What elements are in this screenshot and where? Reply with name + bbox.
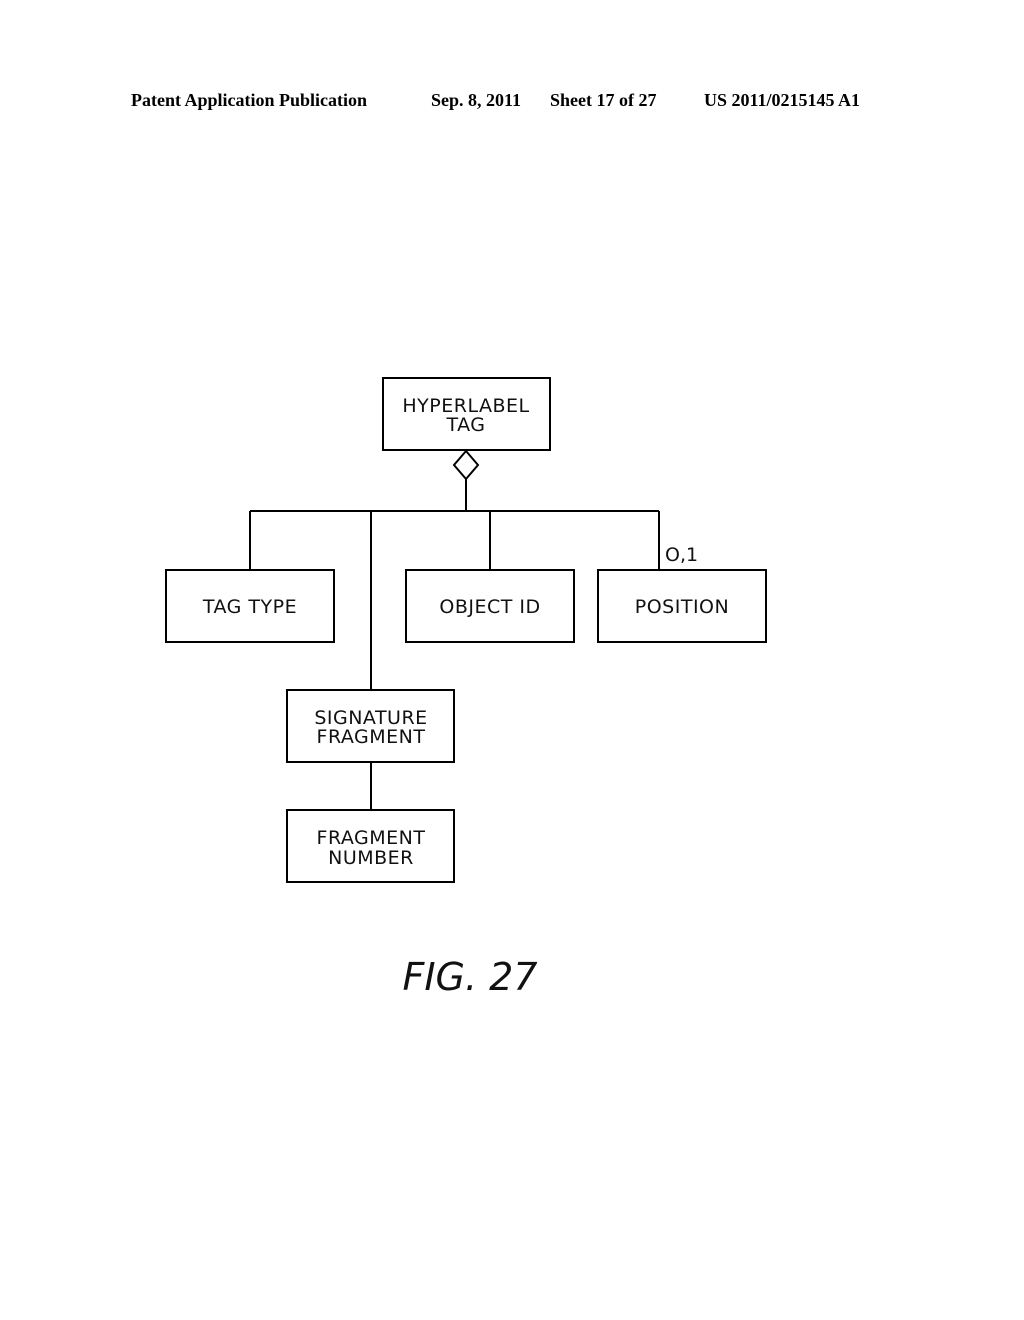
box-hyperlabel-tag: HYPERLABEL TAG xyxy=(382,377,551,451)
box-label: FRAGMENT xyxy=(317,827,426,849)
multiplicity-label: O,1 xyxy=(665,544,698,566)
box-label: POSITION xyxy=(635,596,729,618)
box-signature-fragment: SIGNATURE FRAGMENT xyxy=(286,689,455,763)
box-fragment-number: FRAGMENT NUMBER xyxy=(286,809,455,883)
box-tag-type: TAG TYPE xyxy=(165,569,335,643)
box-label: OBJECT ID xyxy=(439,596,540,618)
box-position: POSITION xyxy=(597,569,767,643)
aggregation-diamond-icon xyxy=(452,449,480,481)
box-label: FRAGMENT xyxy=(317,726,426,748)
box-object-id: OBJECT ID xyxy=(405,569,575,643)
box-label: NUMBER xyxy=(328,847,414,869)
box-label: TAG xyxy=(445,414,485,436)
box-label: TAG TYPE xyxy=(202,596,297,618)
figure-label: FIG. 27 xyxy=(402,955,537,999)
class-diagram: HYPERLABEL TAG TAG TYPE OBJECT ID POSITI… xyxy=(165,377,767,999)
